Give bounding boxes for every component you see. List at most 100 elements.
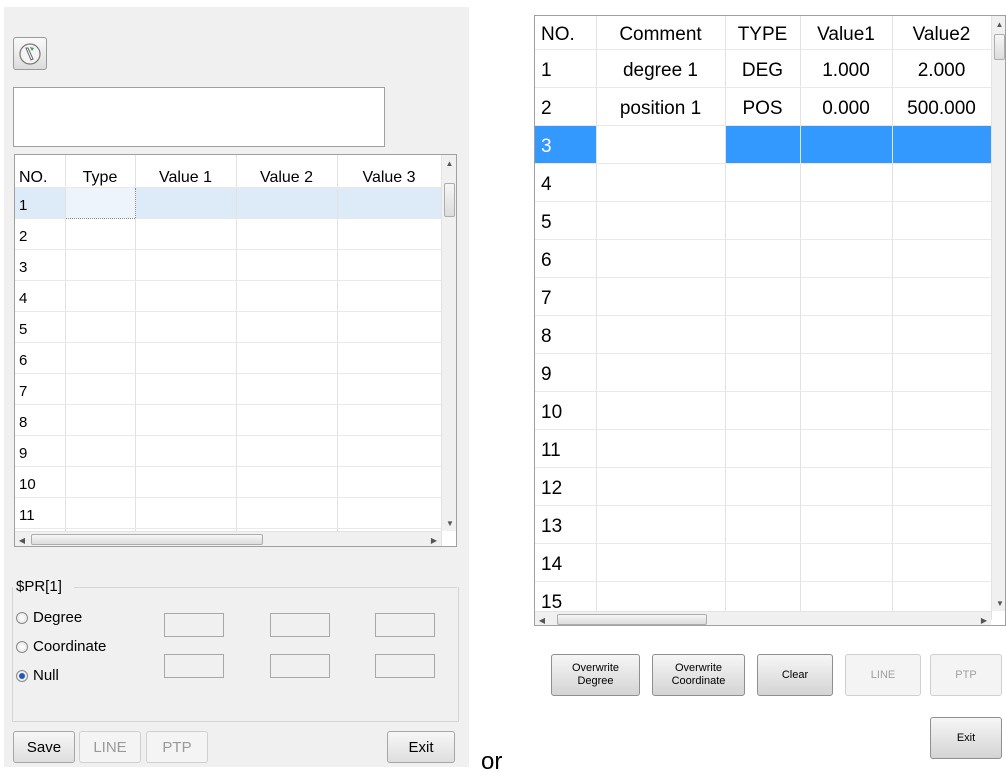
table-row[interactable]: 8 <box>15 404 442 436</box>
table-cell[interactable] <box>800 505 893 544</box>
table-cell[interactable] <box>65 249 136 281</box>
row-number-cell[interactable]: 7 <box>15 373 66 405</box>
table-cell[interactable] <box>596 163 726 202</box>
table-cell[interactable] <box>725 163 801 202</box>
table-cell[interactable] <box>135 187 237 219</box>
row-number-cell[interactable]: 1 <box>535 49 597 88</box>
table-row[interactable]: 6 <box>535 239 992 278</box>
scroll-left-arrow-icon[interactable]: ◀ <box>535 612 549 625</box>
row-number-cell[interactable]: 10 <box>15 466 66 498</box>
scroll-up-arrow-icon[interactable]: ▲ <box>442 155 456 171</box>
table-cell[interactable] <box>800 429 893 468</box>
table-cell[interactable] <box>892 315 992 354</box>
col-header-type[interactable]: Type <box>65 155 136 188</box>
table-cell[interactable] <box>892 505 992 544</box>
ptp-button[interactable]: PTP <box>146 731 208 763</box>
table-row[interactable]: 9 <box>15 435 442 467</box>
table-cell[interactable] <box>236 249 338 281</box>
radio-circle[interactable] <box>16 640 28 653</box>
save-button[interactable]: Save <box>13 731 75 763</box>
table-cell[interactable] <box>337 373 442 405</box>
table-cell[interactable] <box>236 280 338 312</box>
table-cell[interactable] <box>596 353 726 392</box>
table-cell[interactable] <box>135 218 237 250</box>
table-cell[interactable] <box>800 315 893 354</box>
table-cell[interactable] <box>596 239 726 278</box>
table-cell[interactable] <box>596 391 726 430</box>
table-cell[interactable] <box>800 163 893 202</box>
table-cell[interactable] <box>65 497 136 529</box>
line-button[interactable]: LINE <box>845 654 921 696</box>
table-cell[interactable]: degree 1 <box>596 49 726 88</box>
table-row[interactable]: 13 <box>535 505 992 544</box>
table-cell[interactable] <box>236 218 338 250</box>
row-number-cell[interactable]: 7 <box>535 277 597 316</box>
col-header-value2[interactable]: Value 2 <box>236 155 338 188</box>
table-cell[interactable] <box>725 277 801 316</box>
exit-button[interactable]: Exit <box>387 731 455 763</box>
table-cell[interactable] <box>596 505 726 544</box>
table-row[interactable]: 9 <box>535 353 992 392</box>
table-row[interactable]: 14 <box>535 543 992 582</box>
row-number-cell[interactable]: 9 <box>535 353 597 392</box>
scroll-right-arrow-icon[interactable]: ▶ <box>427 532 441 546</box>
horizontal-scroll-thumb[interactable] <box>557 614 707 625</box>
table-cell[interactable] <box>725 429 801 468</box>
table-cell[interactable] <box>800 201 893 240</box>
radio-null[interactable]: Null <box>16 667 59 684</box>
table-cell[interactable] <box>800 467 893 506</box>
register-table-grid[interactable]: NO. Comment TYPE Value1 Value2 1 degree 1… <box>534 15 1006 626</box>
table-cell[interactable] <box>800 277 893 316</box>
table-row[interactable]: 10 <box>15 466 442 498</box>
vertical-scroll-thumb[interactable] <box>994 34 1005 60</box>
row-number-cell[interactable]: 14 <box>535 543 597 582</box>
table-cell[interactable] <box>596 125 726 164</box>
table-row[interactable]: 5 <box>535 201 992 240</box>
table-row[interactable]: 4 <box>535 163 992 202</box>
table-row[interactable]: 12 <box>535 467 992 506</box>
table-cell[interactable] <box>135 466 237 498</box>
scroll-down-arrow-icon[interactable]: ▼ <box>442 515 456 531</box>
col-header-no[interactable]: NO. <box>15 155 66 188</box>
table-cell[interactable] <box>892 201 992 240</box>
horizontal-scrollbar[interactable]: ◀ ▶ <box>15 531 441 546</box>
table-cell[interactable]: POS <box>725 87 801 126</box>
table-cell[interactable] <box>65 373 136 405</box>
table-cell[interactable] <box>236 342 338 374</box>
row-number-cell[interactable]: 4 <box>15 280 66 312</box>
table-cell[interactable] <box>337 342 442 374</box>
table-cell[interactable] <box>236 187 338 219</box>
row-number-cell[interactable]: 2 <box>15 218 66 250</box>
table-cell[interactable] <box>135 435 237 467</box>
scroll-down-arrow-icon[interactable]: ▼ <box>992 595 1005 611</box>
scroll-left-arrow-icon[interactable]: ◀ <box>15 532 29 546</box>
table-cell[interactable] <box>337 249 442 281</box>
table-cell[interactable] <box>596 429 726 468</box>
radio-degree[interactable]: Degree <box>16 609 82 626</box>
table-row[interactable]: 7 <box>15 373 442 405</box>
table-cell[interactable] <box>892 429 992 468</box>
table-cell[interactable] <box>892 125 992 164</box>
table-cell[interactable] <box>892 543 992 582</box>
scroll-right-arrow-icon[interactable]: ▶ <box>977 612 991 625</box>
table-cell[interactable] <box>135 311 237 343</box>
table-cell[interactable] <box>725 391 801 430</box>
line-button[interactable]: LINE <box>79 731 141 763</box>
row-number-cell[interactable]: 4 <box>535 163 597 202</box>
table-cell[interactable] <box>236 497 338 529</box>
table-cell[interactable] <box>135 249 237 281</box>
table-cell[interactable] <box>596 201 726 240</box>
table-cell[interactable] <box>337 466 442 498</box>
row-number-cell[interactable]: 10 <box>535 391 597 430</box>
overwrite-coordinate-button[interactable]: Overwrite Coordinate <box>652 654 745 696</box>
table-cell[interactable] <box>337 280 442 312</box>
row-number-cell[interactable]: 5 <box>15 311 66 343</box>
vertical-scrollbar[interactable]: ▲ ▼ <box>441 155 456 531</box>
radio-circle-selected[interactable] <box>16 669 28 682</box>
table-cell[interactable] <box>892 277 992 316</box>
value3-field-row1[interactable] <box>375 613 435 637</box>
table-cell[interactable] <box>596 543 726 582</box>
table-row[interactable]: 1 <box>15 186 442 219</box>
row-number-cell[interactable]: 5 <box>535 201 597 240</box>
table-row[interactable]: 7 <box>535 277 992 316</box>
